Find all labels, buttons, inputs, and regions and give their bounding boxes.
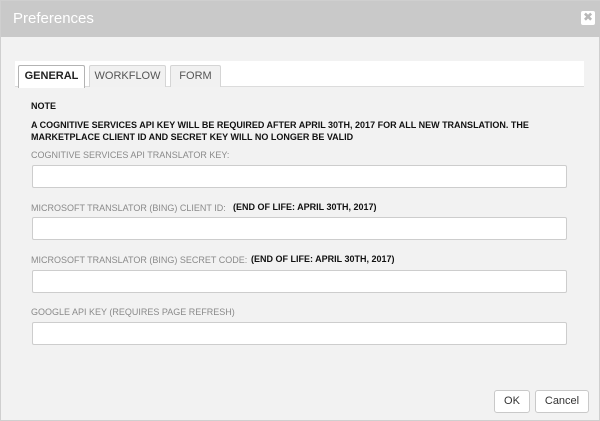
cognitive-key-label: COGNITIVE SERVICES API TRANSLATOR KEY:: [31, 150, 230, 160]
bing-client-id-label: MICROSOFT TRANSLATOR (BING) CLIENT ID:: [31, 203, 226, 213]
bing-client-id-eol-note: (END OF LIFE: APRIL 30TH, 2017): [233, 202, 377, 212]
close-icon: ✖: [582, 10, 594, 24]
tab-bar: GENERAL WORKFLOW FORM: [15, 61, 584, 88]
ok-button[interactable]: OK: [494, 390, 530, 413]
bing-client-id-input[interactable]: [32, 217, 567, 240]
cognitive-key-input[interactable]: [32, 165, 567, 188]
bing-secret-code-label: MICROSOFT TRANSLATOR (BING) SECRET CODE:: [31, 255, 248, 265]
tab-form[interactable]: FORM: [170, 65, 221, 87]
bing-secret-code-input[interactable]: [32, 270, 567, 293]
tab-workflow[interactable]: WORKFLOW: [89, 65, 166, 87]
dialog-title: Preferences: [13, 10, 94, 27]
tab-general[interactable]: GENERAL: [18, 65, 85, 88]
bing-secret-code-eol-note: (END OF LIFE: APRIL 30TH, 2017): [251, 254, 395, 264]
note-heading: NOTE: [31, 101, 57, 111]
cancel-button[interactable]: Cancel: [535, 390, 589, 413]
close-button[interactable]: ✖: [581, 10, 595, 25]
dialog-titlebar[interactable]: Preferences ✖: [1, 1, 600, 37]
note-text: A COGNITIVE SERVICES API KEY WILL BE REQ…: [31, 120, 529, 142]
preferences-dialog: Preferences ✖ GENERAL WORKFLOW FORM NOTE…: [0, 0, 600, 421]
google-api-key-label: GOOGLE API KEY (REQUIRES PAGE REFRESH): [31, 307, 235, 317]
google-api-key-input[interactable]: [32, 322, 567, 345]
